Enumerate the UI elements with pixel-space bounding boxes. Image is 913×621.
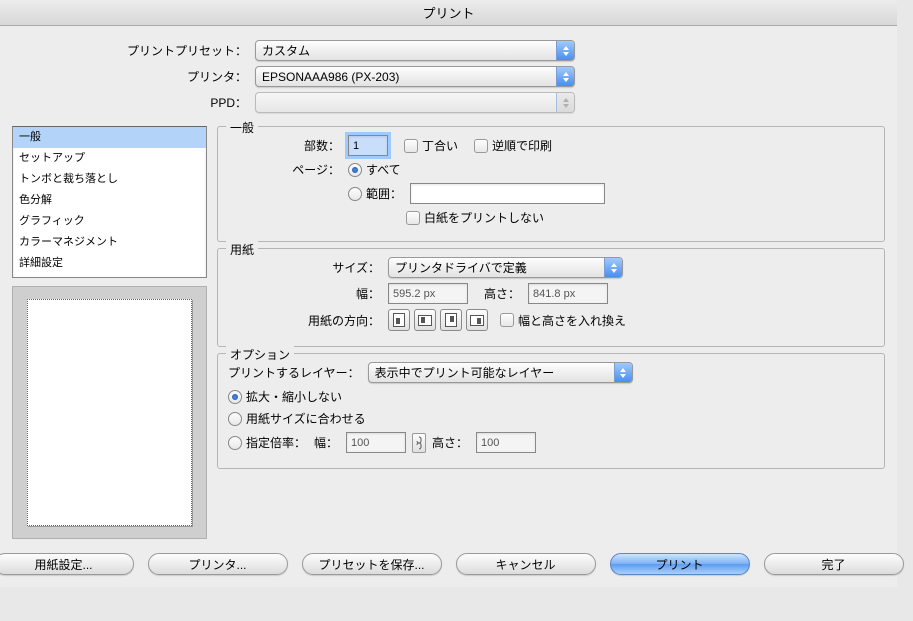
general-fieldset: 一般 部数： 丁合い 逆順で印刷 ページ： すべて [217, 126, 885, 242]
select-arrows-icon [556, 93, 574, 112]
scale-custom-radio[interactable] [228, 436, 242, 450]
list-item-marks[interactable]: トンボと裁ち落とし [13, 169, 206, 190]
list-item-output[interactable]: 色分解 [13, 190, 206, 211]
paper-height-label: 高さ： [484, 285, 520, 302]
orientation-label: 用紙の方向： [228, 312, 388, 329]
window-title: プリント [0, 0, 897, 26]
paper-width-input [388, 283, 468, 304]
copies-input[interactable] [348, 135, 388, 156]
paper-size-value: プリンタドライバで定義 [395, 259, 527, 276]
layers-label: プリントするレイヤー： [228, 364, 360, 381]
copies-label: 部数： [228, 137, 348, 154]
list-item-advanced[interactable]: 詳細設定 [13, 253, 206, 274]
list-item-setup[interactable]: セットアップ [13, 148, 206, 169]
pages-all-label: すべて [366, 161, 401, 178]
pages-all-radio[interactable] [348, 163, 362, 177]
list-item-summary[interactable]: 設定内容 [13, 274, 206, 278]
preset-label: プリントプリセット： [0, 42, 255, 59]
transverse-checkbox[interactable] [500, 313, 514, 327]
skip-blank-label: 白紙をプリントしない [424, 209, 544, 226]
printer-select[interactable]: EPSONAAA986 (PX-203) [255, 66, 575, 87]
cancel-button[interactable]: キャンセル [456, 553, 596, 575]
select-arrows-icon [556, 41, 574, 60]
list-item-graphics[interactable]: グラフィック [13, 211, 206, 232]
options-legend: オプション [226, 346, 294, 363]
top-selects: プリントプリセット： カスタム プリンタ： EPSONAAA986 (PX-20… [0, 26, 897, 126]
scale-h-input[interactable] [476, 432, 536, 453]
paper-fieldset: 用紙 サイズ： プリンタドライバで定義 幅： 高さ： [217, 248, 885, 347]
save-preset-button[interactable]: プリセットを保存... [302, 553, 442, 575]
printer-button[interactable]: プリンタ... [148, 553, 288, 575]
general-legend: 一般 [226, 119, 258, 136]
paper-size-select[interactable]: プリンタドライバで定義 [388, 257, 623, 278]
select-arrows-icon [556, 67, 574, 86]
page-setup-button[interactable]: 用紙設定... [0, 553, 134, 575]
printer-label: プリンタ： [0, 68, 255, 85]
options-fieldset: オプション プリントするレイヤー： 表示中でプリント可能なレイヤー 拡大・縮小し… [217, 353, 885, 469]
select-arrows-icon [604, 258, 622, 277]
select-arrows-icon [614, 363, 632, 382]
settings-listbox[interactable]: 一般 セットアップ トンボと裁ち落とし 色分解 グラフィック カラーマネジメント… [12, 126, 207, 278]
preview-pane [12, 286, 207, 539]
paper-height-input [528, 283, 608, 304]
scale-w-label: 幅： [314, 434, 338, 451]
scale-none-label: 拡大・縮小しない [246, 388, 342, 405]
pages-range-radio[interactable] [348, 187, 362, 201]
paper-size-label: サイズ： [228, 259, 388, 276]
scale-none-radio[interactable] [228, 390, 242, 404]
preset-select[interactable]: カスタム [255, 40, 575, 61]
collate-label: 丁合い [422, 137, 458, 154]
orient-rev-portrait-button[interactable] [440, 309, 462, 331]
print-dialog: プリントプリセット： カスタム プリンタ： EPSONAAA986 (PX-20… [0, 26, 897, 587]
pages-label: ページ： [228, 161, 348, 178]
orient-landscape-button[interactable] [414, 309, 436, 331]
scale-w-input[interactable] [346, 432, 406, 453]
reverse-checkbox[interactable] [474, 139, 488, 153]
printer-value: EPSONAAA986 (PX-203) [262, 70, 399, 84]
list-item-colormgmt[interactable]: カラーマネジメント [13, 232, 206, 253]
layers-value: 表示中でプリント可能なレイヤー [375, 364, 555, 381]
orient-rev-landscape-button[interactable] [466, 309, 488, 331]
scale-h-label: 高さ： [432, 434, 468, 451]
preset-value: カスタム [262, 42, 310, 59]
scale-fit-label: 用紙サイズに合わせる [246, 410, 366, 427]
scale-custom-label: 指定倍率： [246, 434, 306, 451]
skip-blank-checkbox[interactable] [406, 211, 420, 225]
done-button[interactable]: 完了 [764, 553, 904, 575]
transverse-label: 幅と高さを入れ換え [518, 312, 626, 329]
button-bar: 用紙設定... プリンタ... プリセットを保存... キャンセル プリント 完… [0, 549, 897, 587]
orient-portrait-button[interactable] [388, 309, 410, 331]
layers-select[interactable]: 表示中でプリント可能なレイヤー [368, 362, 633, 383]
list-item-general[interactable]: 一般 [13, 127, 206, 148]
pages-range-label: 範囲： [366, 185, 402, 202]
ppd-select[interactable] [255, 92, 575, 113]
paper-width-label: 幅： [228, 285, 388, 302]
pages-range-input[interactable] [410, 183, 605, 204]
collate-checkbox[interactable] [404, 139, 418, 153]
preview-page [27, 299, 192, 526]
paper-legend: 用紙 [226, 241, 258, 258]
scale-fit-radio[interactable] [228, 412, 242, 426]
link-icon[interactable] [412, 433, 426, 453]
reverse-label: 逆順で印刷 [492, 137, 552, 154]
ppd-label: PPD： [0, 94, 255, 111]
print-button[interactable]: プリント [610, 553, 750, 575]
